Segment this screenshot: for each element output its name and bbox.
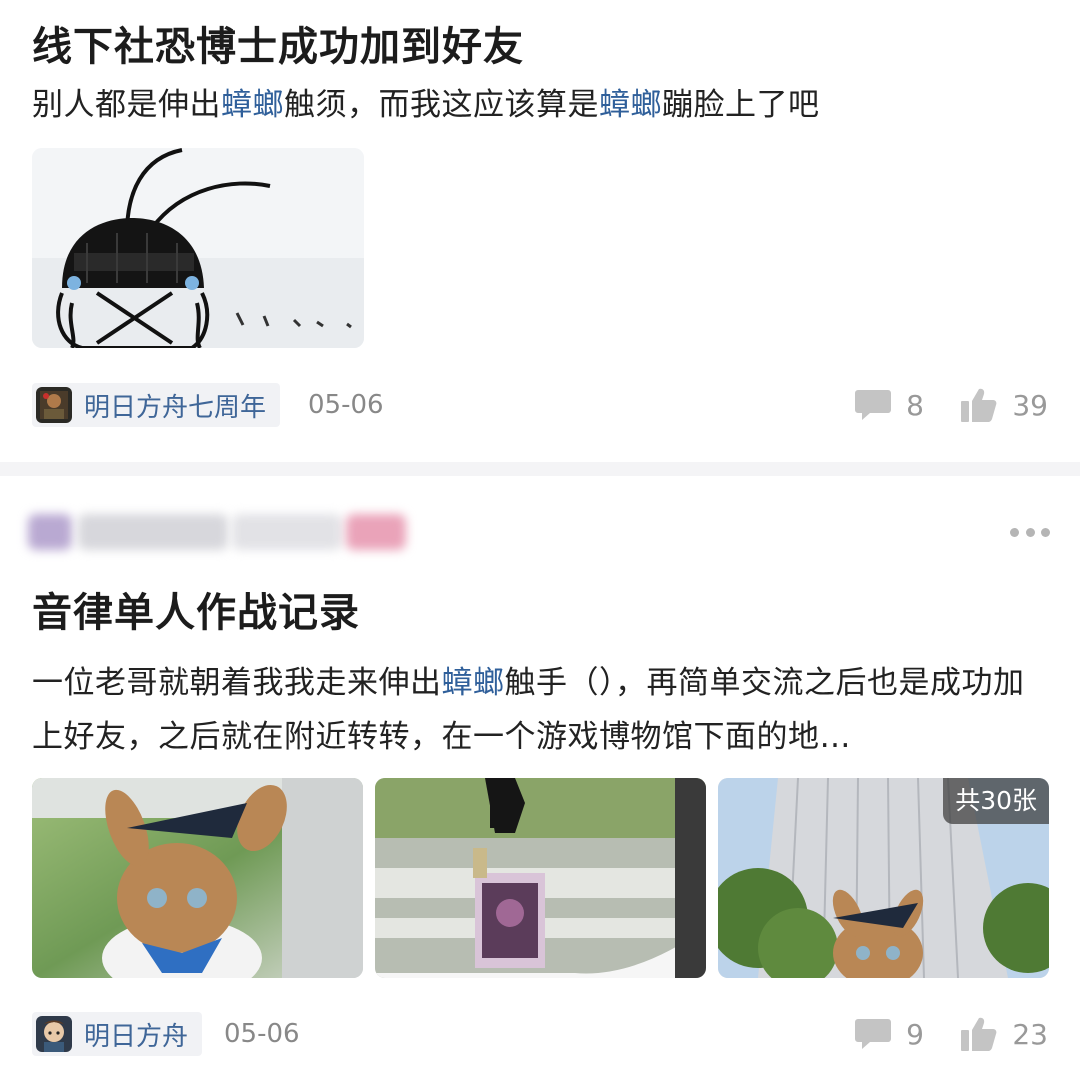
author-badge-blurred (346, 514, 406, 550)
post-title[interactable]: 音律单人作战记录 (32, 580, 360, 638)
post-image[interactable] (375, 778, 706, 978)
thumbs-up-icon (961, 1017, 997, 1051)
body-text-segment: 触须，而我这应该算是 (284, 87, 599, 123)
keychain-badge-photo (375, 778, 706, 978)
topic-tag[interactable]: 明日方舟 (32, 1012, 203, 1056)
post-body[interactable]: 一位老哥就朝着我我走来伸出蟑螂触手（），再简单交流之后也是成功加上好友，之后就在… (32, 656, 1052, 764)
post-image[interactable]: 共30张 (718, 778, 1049, 978)
post-date: 05-06 (308, 390, 384, 420)
topic-tag-label: 明日方舟 (84, 1021, 189, 1052)
author-meta-blurred (232, 514, 342, 550)
more-options-icon[interactable] (1010, 526, 1050, 538)
body-text-segment: 一位老哥就朝着我我走来伸出 (32, 665, 442, 701)
comment-count: 8 (906, 388, 924, 422)
author-avatar-blurred (28, 514, 72, 550)
plush-on-train-window-photo (32, 778, 363, 978)
comment-button[interactable]: 9 (854, 1012, 924, 1056)
post-image[interactable] (32, 148, 364, 348)
arknights-7th-anniversary-avatar (36, 387, 72, 423)
topic-tag[interactable]: 明日方舟七周年 (32, 383, 281, 427)
comment-icon (855, 390, 892, 420)
post-footer: 明日方舟 05-06 9 23 (32, 1012, 1048, 1056)
like-button[interactable]: 39 (960, 383, 1048, 427)
image-count-badge: 共30张 (943, 778, 1049, 824)
comment-count: 9 (906, 1017, 924, 1051)
like-button[interactable]: 23 (960, 1012, 1048, 1056)
like-count: 23 (1012, 1017, 1048, 1051)
comment-icon (855, 1019, 892, 1049)
arknights-avatar (36, 1016, 72, 1052)
body-text-segment: 别人都是伸出 (32, 87, 221, 123)
post-image[interactable] (32, 778, 363, 978)
body-text-segment: 蹦脸上了吧 (662, 87, 820, 123)
comment-button[interactable]: 8 (854, 383, 924, 427)
post-date: 05-06 (224, 1019, 300, 1049)
post-body[interactable]: 别人都是伸出蟑螂触须，而我这应该算是蟑螂蹦脸上了吧 (32, 78, 1052, 132)
post-image-grid: 共30张 (32, 778, 1049, 978)
author-info-blurred[interactable] (28, 510, 428, 554)
post-divider (0, 462, 1080, 476)
cockroach-doodle-image (32, 148, 364, 348)
post-footer: 明日方舟七周年 05-06 8 39 (32, 383, 1048, 427)
keyword-highlight[interactable]: 蟑螂 (221, 87, 284, 123)
author-name-blurred (78, 514, 228, 550)
feed-post[interactable]: 音律单人作战记录 一位老哥就朝着我我走来伸出蟑螂触手（），再简单交流之后也是成功… (0, 476, 1080, 1090)
topic-tag-label: 明日方舟七周年 (84, 392, 267, 423)
thumbs-up-icon (961, 388, 997, 422)
post-title[interactable]: 线下社恐博士成功加到好友 (32, 14, 524, 72)
like-count: 39 (1012, 388, 1048, 422)
keyword-highlight[interactable]: 蟑螂 (599, 87, 662, 123)
feed-post[interactable]: 线下社恐博士成功加到好友 别人都是伸出蟑螂触须，而我这应该算是蟑螂蹦脸上了吧 明… (0, 0, 1080, 462)
keyword-highlight[interactable]: 蟑螂 (442, 665, 505, 701)
